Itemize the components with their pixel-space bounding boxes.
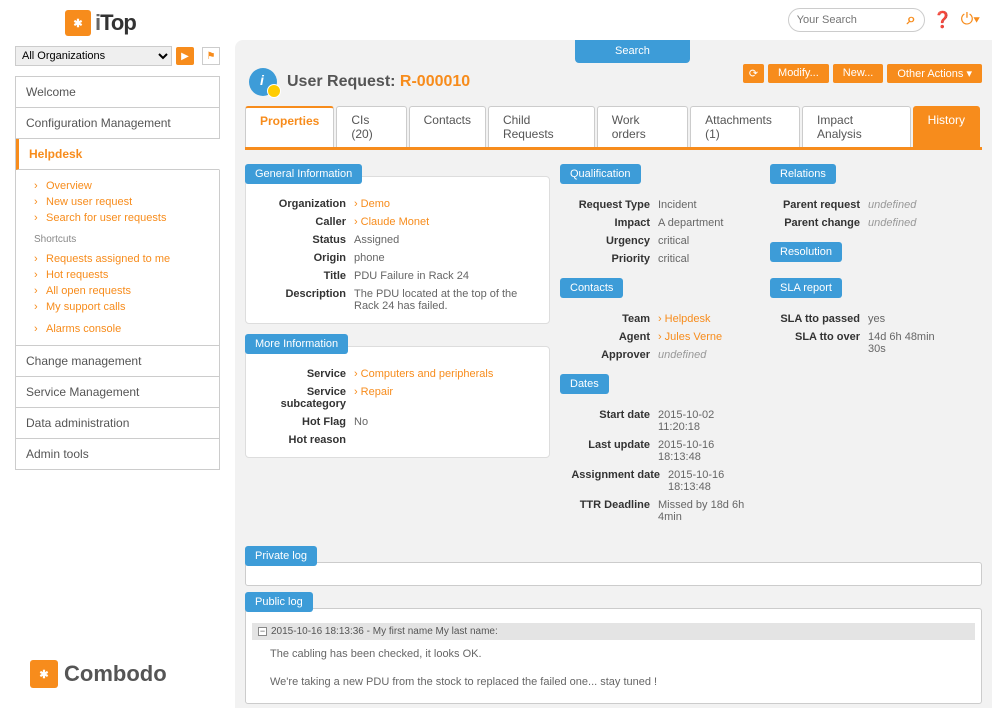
logo-text: iTop	[95, 10, 136, 36]
subnav-search-requests[interactable]: Search for user requests	[46, 212, 166, 224]
main-nav: Welcome Configuration Management Helpdes…	[15, 76, 220, 470]
nav-welcome[interactable]: Welcome	[16, 77, 219, 108]
logo: ✱ iTop	[15, 10, 220, 36]
org-select[interactable]: All Organizations	[15, 46, 172, 66]
link-org[interactable]: Demo	[361, 198, 390, 210]
search-icon[interactable]: ⌕	[907, 11, 916, 29]
request-icon	[249, 68, 277, 96]
power-icon[interactable]: ⏻▾	[961, 11, 980, 29]
logo-icon: ✱	[65, 10, 91, 36]
nav-config[interactable]: Configuration Management	[16, 108, 219, 139]
refresh-button[interactable]: ⟳	[743, 64, 764, 83]
section-public-log: Public log	[245, 592, 313, 612]
section-more: More Information	[245, 334, 348, 354]
tab-contacts[interactable]: Contacts	[409, 106, 486, 147]
nav-dataadmin[interactable]: Data administration	[16, 408, 219, 439]
subnav-hot[interactable]: Hot requests	[46, 269, 108, 281]
public-log-box: −2015-10-16 18:13:36 - My first name My …	[245, 608, 982, 704]
section-private-log: Private log	[245, 546, 317, 566]
link-service[interactable]: Computers and peripherals	[361, 368, 494, 380]
footer-logo-icon: ✱	[30, 660, 58, 688]
collapse-icon[interactable]: −	[258, 627, 267, 636]
other-actions-button[interactable]: Other Actions ▾	[887, 64, 982, 83]
subnav-open[interactable]: All open requests	[46, 285, 131, 297]
modify-button[interactable]: Modify...	[768, 64, 829, 83]
new-button[interactable]: New...	[833, 64, 884, 83]
section-general: General Information	[245, 164, 362, 184]
section-relations: Relations	[770, 164, 836, 184]
footer-logo: ✱ Combodo	[30, 660, 167, 688]
bookmark-button[interactable]: ⚑	[202, 47, 220, 65]
private-log-box	[245, 562, 982, 586]
tabs: Properties CIs (20) Contacts Child Reque…	[245, 106, 982, 150]
link-team[interactable]: Helpdesk	[665, 313, 711, 325]
link-subcat[interactable]: Repair	[361, 386, 393, 398]
page-title: User Request: R-000010	[287, 73, 470, 91]
tab-child[interactable]: Child Requests	[488, 106, 595, 147]
org-apply-button[interactable]: ▶	[176, 47, 194, 65]
tab-work[interactable]: Work orders	[597, 106, 688, 147]
subnav-support[interactable]: My support calls	[46, 301, 125, 313]
global-search[interactable]: ⌕	[788, 8, 925, 32]
tab-properties[interactable]: Properties	[245, 106, 334, 147]
nav-helpdesk-sub: Overview New user request Search for use…	[16, 170, 219, 346]
tab-impact[interactable]: Impact Analysis	[802, 106, 911, 147]
nav-admintools[interactable]: Admin tools	[16, 439, 219, 469]
log-entry-header[interactable]: −2015-10-16 18:13:36 - My first name My …	[252, 623, 975, 640]
link-caller[interactable]: Claude Monet	[361, 216, 430, 228]
nav-change[interactable]: Change management	[16, 346, 219, 377]
section-dates: Dates	[560, 374, 609, 394]
section-resolution: Resolution	[770, 242, 842, 262]
tab-attach[interactable]: Attachments (1)	[690, 106, 800, 147]
subnav-new-request[interactable]: New user request	[46, 196, 132, 208]
tab-cis[interactable]: CIs (20)	[336, 106, 406, 147]
tab-history[interactable]: History	[913, 106, 980, 147]
help-icon[interactable]: ❓	[933, 10, 953, 30]
shortcuts-label: Shortcuts	[34, 232, 209, 247]
footer-logo-text: Combodo	[64, 661, 167, 687]
search-input[interactable]	[797, 14, 907, 26]
nav-helpdesk[interactable]: Helpdesk	[16, 139, 220, 170]
link-agent[interactable]: Jules Verne	[665, 331, 722, 343]
section-contacts: Contacts	[560, 278, 623, 298]
search-tab[interactable]: Search	[575, 40, 690, 63]
section-sla: SLA report	[770, 278, 842, 298]
subnav-overview[interactable]: Overview	[46, 180, 92, 192]
nav-service[interactable]: Service Management	[16, 377, 219, 408]
subnav-alarms[interactable]: Alarms console	[46, 323, 121, 335]
section-qualification: Qualification	[560, 164, 641, 184]
subnav-assigned[interactable]: Requests assigned to me	[46, 253, 170, 265]
